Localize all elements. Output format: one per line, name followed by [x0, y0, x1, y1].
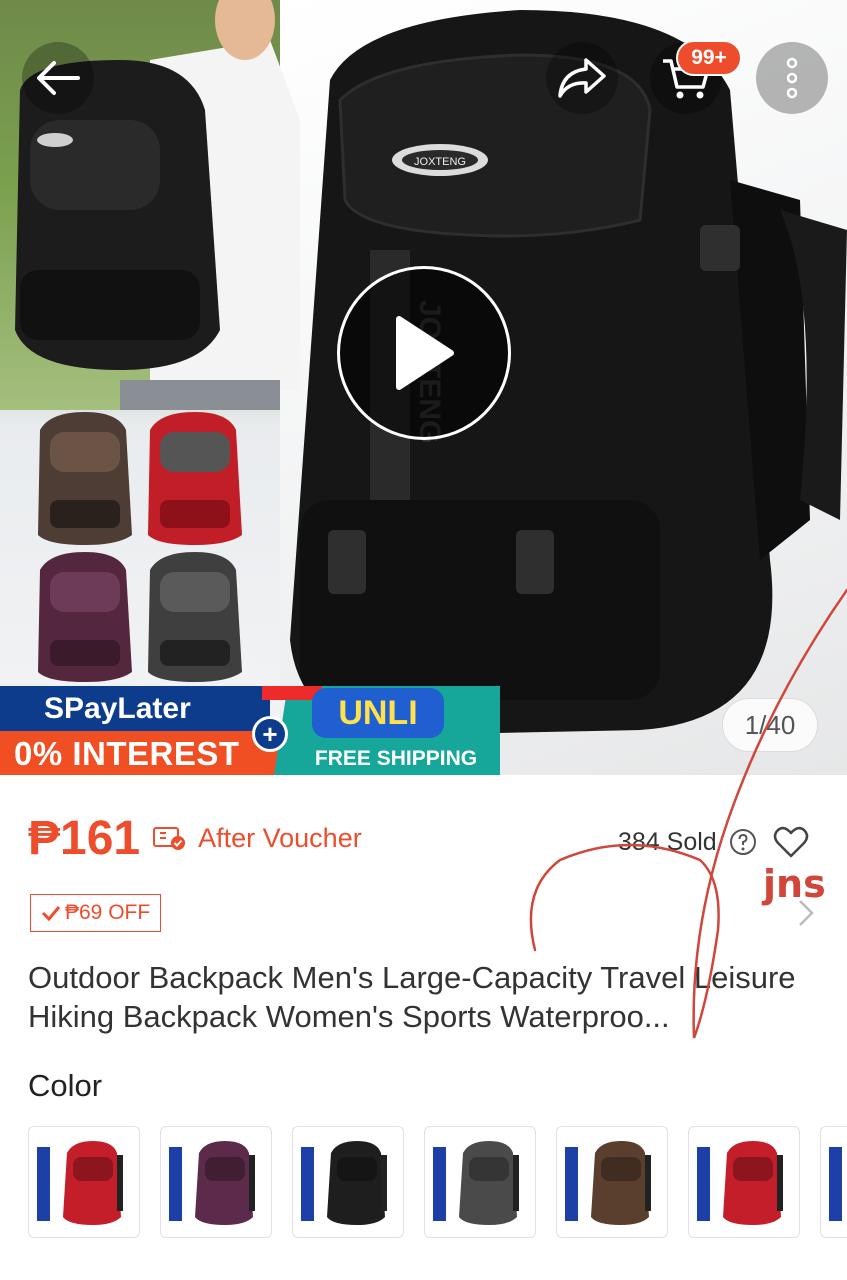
swatch-tag — [169, 1147, 182, 1221]
product-title: Outdoor Backpack Men's Large-Capacity Tr… — [28, 960, 796, 1034]
swatch-tag — [697, 1147, 710, 1221]
sold-count: 384 Sold — [618, 827, 717, 856]
variant-purple-thumb — [38, 552, 132, 682]
plus-icon: + — [252, 716, 288, 752]
backpack-thumb — [327, 1141, 387, 1225]
play-video-button[interactable] — [337, 266, 511, 440]
variant-brown-thumb — [38, 412, 132, 545]
variant-red-thumb — [148, 412, 242, 545]
swatch-tag — [301, 1147, 314, 1221]
backpack-thumb — [195, 1141, 255, 1225]
variant-grey-thumb — [148, 552, 242, 682]
color-swatch[interactable] — [292, 1126, 404, 1238]
discount-badge: ₱69 OFF — [30, 894, 162, 932]
discount-label: ₱69 OFF — [65, 901, 151, 924]
interest-label: 0% INTEREST — [0, 731, 282, 775]
heart-icon[interactable] — [773, 825, 809, 859]
swatch-tag — [829, 1147, 842, 1221]
free-shipping-label: FREE SHIPPING — [314, 747, 478, 770]
share-button[interactable] — [546, 42, 618, 114]
backpack-thumb — [723, 1141, 783, 1225]
play-icon — [396, 316, 454, 390]
color-swatch[interactable] — [820, 1126, 847, 1238]
color-swatch[interactable] — [28, 1126, 140, 1238]
color-swatch-list — [28, 1126, 847, 1240]
product-gallery[interactable]: JOXTENG JOXTENG 99+ — [0, 0, 847, 775]
backpack-thumb — [591, 1141, 651, 1225]
handwritten-note: jns — [763, 862, 826, 906]
color-swatch[interactable] — [160, 1126, 272, 1238]
cart-count-badge: 99+ — [676, 40, 742, 76]
image-counter: 1/40 — [722, 698, 818, 752]
swatch-tag — [433, 1147, 446, 1221]
voucher-icon — [153, 827, 186, 850]
after-voucher-label: After Voucher — [198, 822, 362, 853]
price: ₱161 — [28, 811, 141, 865]
color-swatch[interactable] — [424, 1126, 536, 1238]
brand-logo-text: JOXTENG — [414, 156, 466, 168]
spaylater-label: SPayLater — [0, 686, 270, 731]
color-swatch[interactable] — [556, 1126, 668, 1238]
backpack-thumb — [63, 1141, 123, 1225]
backpack-thumb — [843, 1135, 847, 1231]
share-icon — [558, 58, 606, 98]
unli-label: UNLI — [312, 688, 444, 738]
help-icon[interactable] — [729, 828, 757, 856]
more-options-button[interactable] — [756, 42, 828, 114]
back-button[interactable] — [22, 42, 94, 114]
sold-row: 384 Sold — [618, 822, 809, 862]
check-icon — [41, 906, 61, 921]
price-row: ₱161 After Voucher — [28, 806, 362, 870]
swatch-tag — [565, 1147, 578, 1221]
swatch-tag — [37, 1147, 50, 1221]
arrow-left-icon — [37, 61, 80, 95]
promo-banner: SPayLater 0% INTEREST UNLI FREE SHIPPING — [0, 686, 500, 775]
backpack-thumb — [459, 1141, 519, 1225]
color-swatch[interactable] — [688, 1126, 800, 1238]
color-section-label: Color — [28, 1068, 103, 1103]
more-vertical-icon — [786, 57, 798, 99]
